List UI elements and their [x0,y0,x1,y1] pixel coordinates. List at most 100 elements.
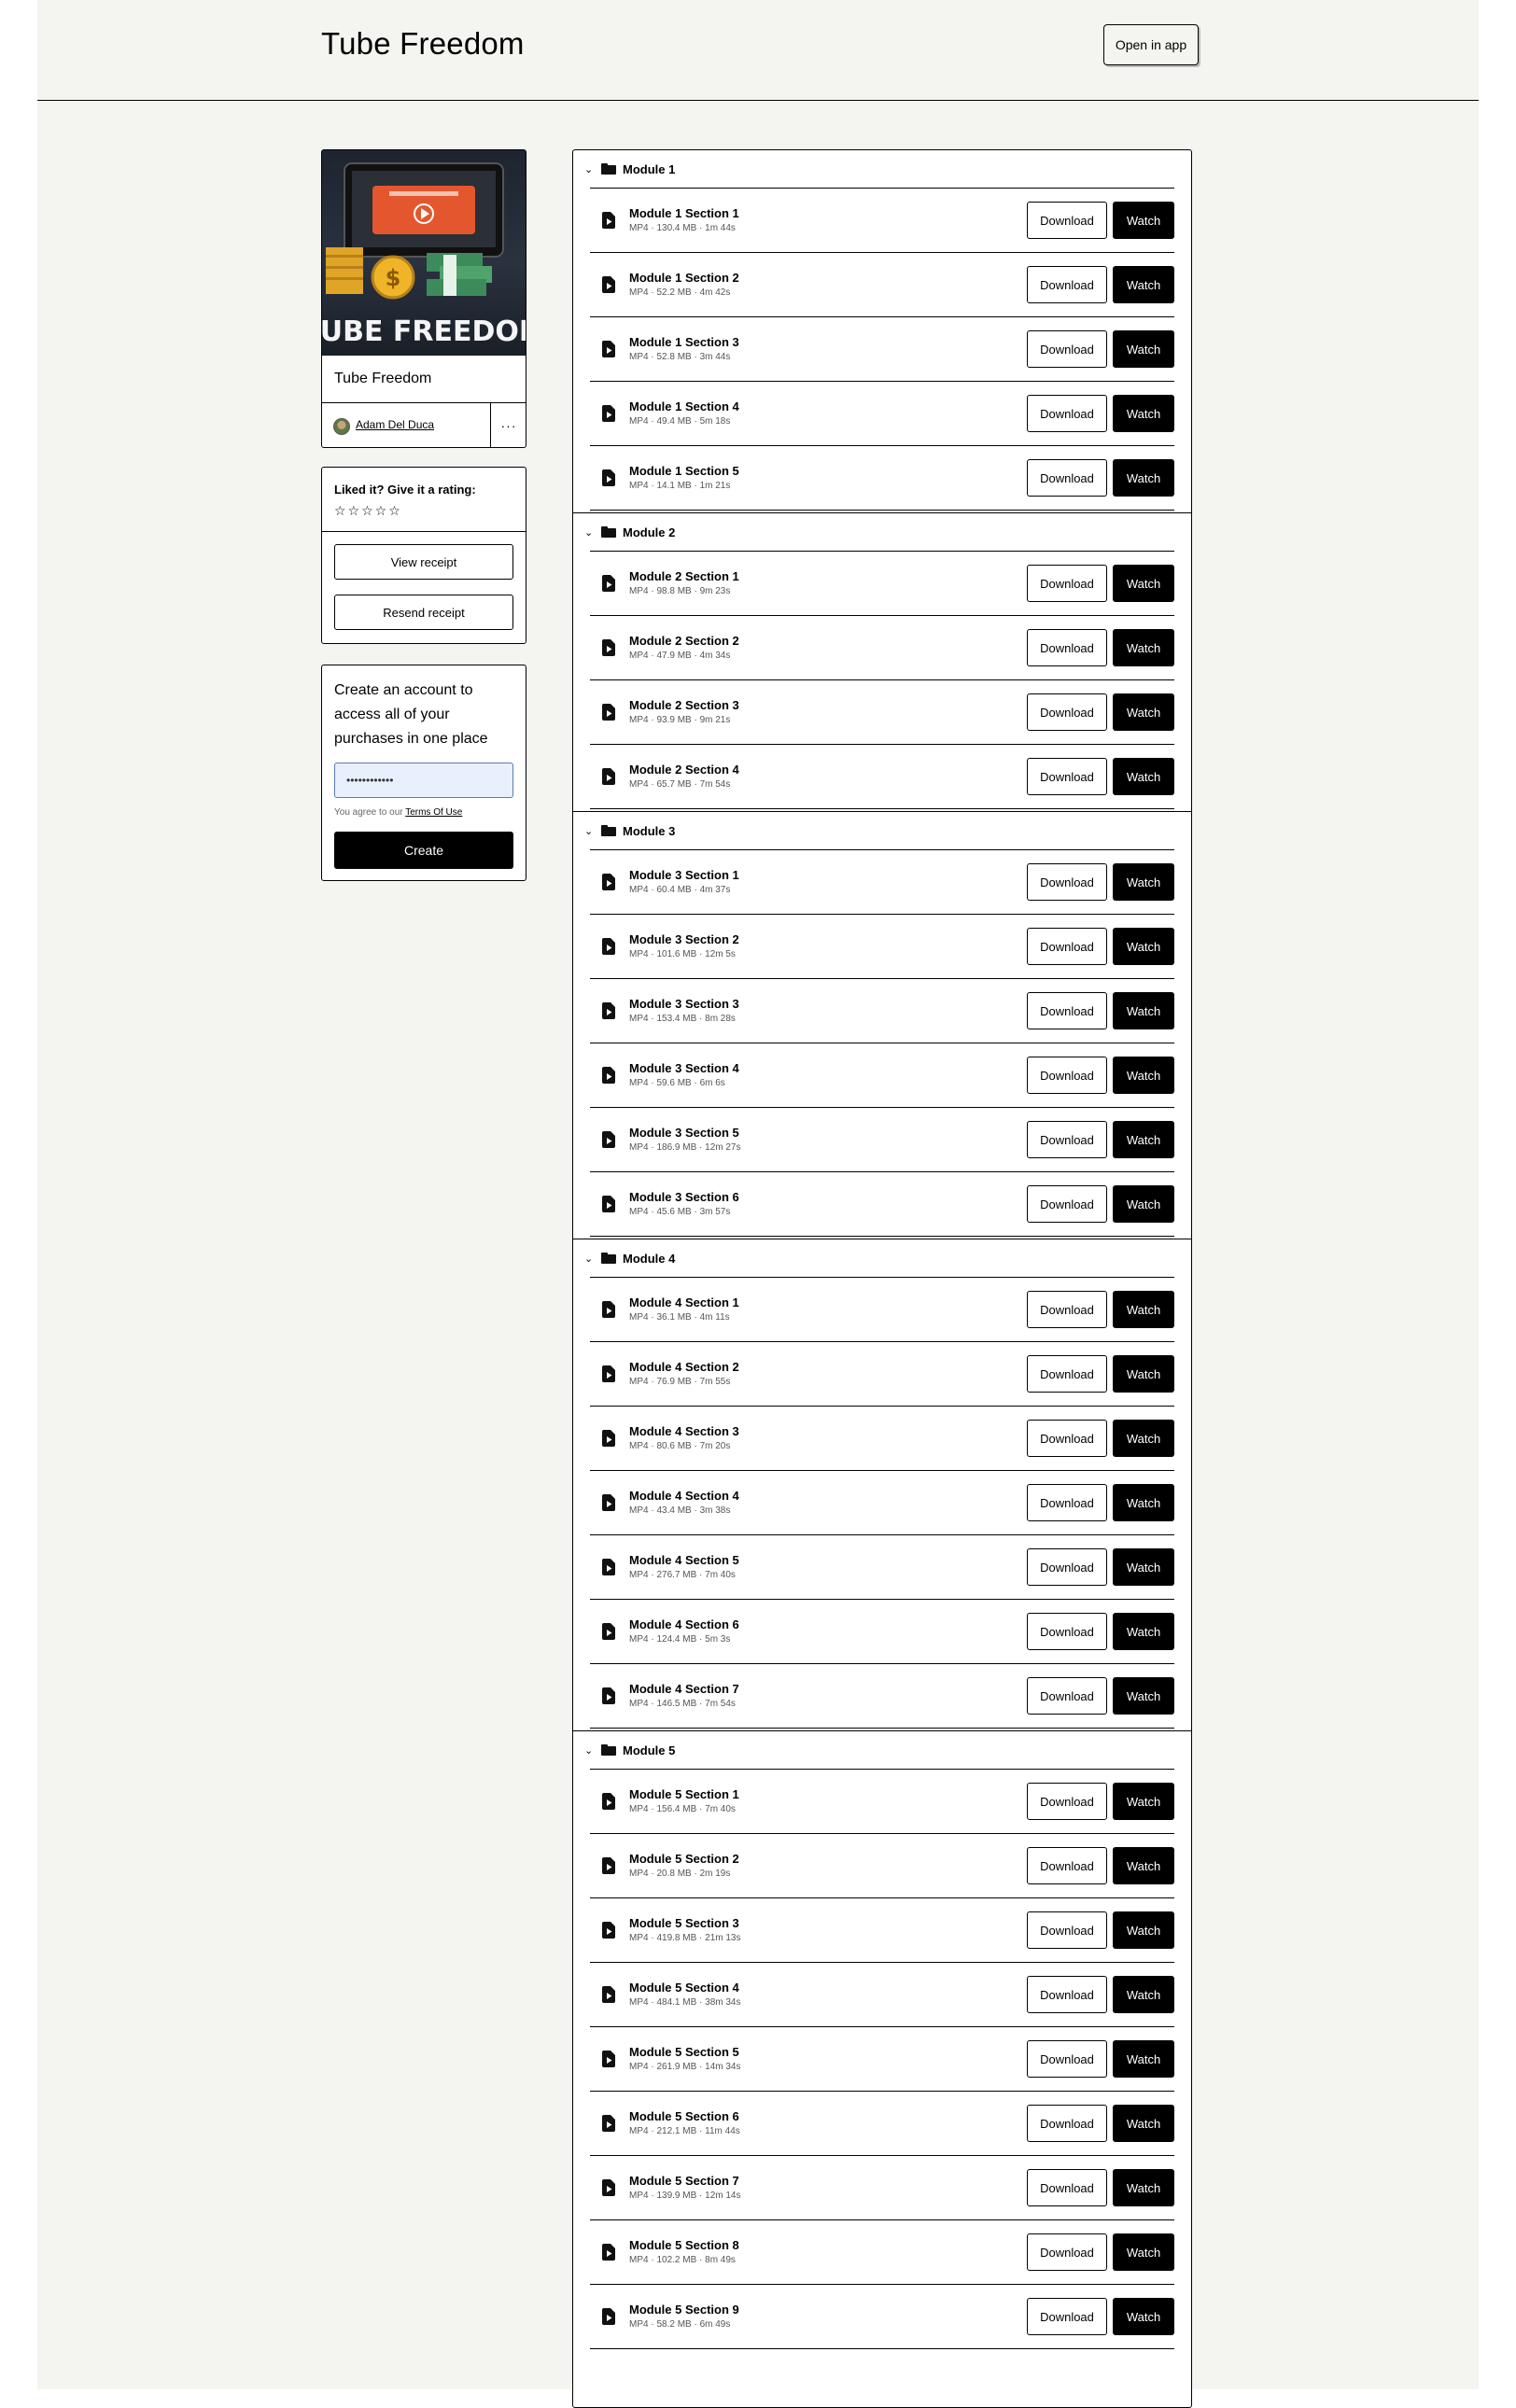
folder-icon [601,526,616,538]
download-button[interactable]: Download [1027,459,1107,497]
video-file-icon [602,704,615,721]
download-button[interactable]: Download [1027,758,1107,795]
watch-button[interactable]: Watch [1113,1911,1174,1949]
module-title: Module 2 [623,525,676,539]
download-button[interactable]: Download [1027,1484,1107,1521]
watch-button[interactable]: Watch [1113,1185,1174,1223]
video-file-icon [602,1494,615,1511]
download-button[interactable]: Download [1027,1847,1107,1884]
module-header[interactable]: ⌄ Module 4 [573,1239,1191,1277]
module-header[interactable]: ⌄ Module 3 [573,812,1191,849]
download-button[interactable]: Download [1027,928,1107,965]
file-row: Module 5 Section 4 MP4 · 484.1 MB · 38m 3… [590,1963,1174,2027]
open-in-app-button[interactable]: Open in app [1103,24,1199,65]
download-button[interactable]: Download [1027,693,1107,731]
download-button[interactable]: Download [1027,1911,1107,1949]
video-file-icon [602,639,615,656]
chevron-down-icon[interactable]: ⌄ [584,1744,597,1757]
download-button[interactable]: Download [1027,1121,1107,1158]
download-button[interactable]: Download [1027,2040,1107,2078]
download-button[interactable]: Download [1027,863,1107,901]
download-button[interactable]: Download [1027,1291,1107,1328]
file-row: Module 4 Section 3 MP4 · 80.6 MB · 7m 20s… [590,1407,1174,1471]
video-file-icon [602,341,615,357]
watch-button[interactable]: Watch [1113,693,1174,731]
watch-button[interactable]: Watch [1113,1057,1174,1094]
file-name: Module 3 Section 2 [629,932,739,946]
download-button[interactable]: Download [1027,1420,1107,1457]
file-name: Module 4 Section 4 [629,1489,739,1503]
watch-button[interactable]: Watch [1113,1355,1174,1393]
watch-button[interactable]: Watch [1113,2233,1174,2271]
download-button[interactable]: Download [1027,629,1107,666]
download-button[interactable]: Download [1027,1783,1107,1820]
watch-button[interactable]: Watch [1113,565,1174,602]
watch-button[interactable]: Watch [1113,1677,1174,1715]
password-field[interactable]: •••••••••••• [334,763,513,798]
module-header[interactable]: ⌄ Module 2 [573,513,1191,551]
download-button[interactable]: Download [1027,992,1107,1029]
chevron-down-icon[interactable]: ⌄ [584,526,597,539]
file-name: Module 2 Section 3 [629,698,739,712]
download-button[interactable]: Download [1027,2233,1107,2271]
chevron-down-icon[interactable]: ⌄ [584,825,597,837]
download-button[interactable]: Download [1027,1355,1107,1393]
more-options-button[interactable]: ··· [490,403,526,448]
watch-button[interactable]: Watch [1113,863,1174,901]
watch-button[interactable]: Watch [1113,2298,1174,2335]
download-button[interactable]: Download [1027,1057,1107,1094]
file-name: Module 4 Section 1 [629,1295,739,1309]
resend-receipt-button[interactable]: Resend receipt [334,595,513,630]
file-row: Module 5 Section 9 MP4 · 58.2 MB · 6m 49s… [590,2285,1174,2349]
watch-button[interactable]: Watch [1113,1484,1174,1521]
download-button[interactable]: Download [1027,202,1107,239]
watch-button[interactable]: Watch [1113,1121,1174,1158]
watch-button[interactable]: Watch [1113,1548,1174,1586]
module-header[interactable]: ⌄ Module 5 [573,1731,1191,1769]
watch-button[interactable]: Watch [1113,629,1174,666]
file-meta: MP4 · 58.2 MB · 6m 49s [629,2319,731,2330]
download-button[interactable]: Download [1027,1185,1107,1223]
file-meta: MP4 · 130.4 MB · 1m 44s [629,223,736,233]
download-button[interactable]: Download [1027,395,1107,432]
download-button[interactable]: Download [1027,2298,1107,2335]
terms-of-use-link[interactable]: Terms Of Use [405,807,462,818]
watch-button[interactable]: Watch [1113,2169,1174,2206]
watch-button[interactable]: Watch [1113,459,1174,497]
watch-button[interactable]: Watch [1113,928,1174,965]
download-button[interactable]: Download [1027,1613,1107,1650]
module-5: ⌄ Module 5 Module 5 Section 1 MP4 · 156.4 M… [573,1730,1191,2351]
module-header[interactable]: ⌄ Module 1 [573,150,1191,188]
create-account-button[interactable]: Create [334,832,513,869]
watch-button[interactable]: Watch [1113,266,1174,303]
watch-button[interactable]: Watch [1113,1847,1174,1884]
download-button[interactable]: Download [1027,266,1107,303]
watch-button[interactable]: Watch [1113,1613,1174,1650]
watch-button[interactable]: Watch [1113,992,1174,1029]
download-button[interactable]: Download [1027,1976,1107,2013]
watch-button[interactable]: Watch [1113,330,1174,368]
watch-button[interactable]: Watch [1113,395,1174,432]
chevron-down-icon[interactable]: ⌄ [584,1253,597,1265]
watch-button[interactable]: Watch [1113,2040,1174,2078]
download-button[interactable]: Download [1027,2105,1107,2142]
watch-button[interactable]: Watch [1113,1291,1174,1328]
watch-button[interactable]: Watch [1113,1783,1174,1820]
download-button[interactable]: Download [1027,330,1107,368]
watch-button[interactable]: Watch [1113,2105,1174,2142]
video-file-icon [602,938,615,955]
download-button[interactable]: Download [1027,1548,1107,1586]
seller-link[interactable]: Adam Del Duca [356,418,434,431]
star-rating[interactable]: ☆☆☆☆☆ [334,503,402,519]
watch-button[interactable]: Watch [1113,1976,1174,2013]
chevron-down-icon[interactable]: ⌄ [584,163,597,175]
download-button[interactable]: Download [1027,565,1107,602]
file-row: Module 1 Section 4 MP4 · 49.4 MB · 5m 18s… [590,382,1174,446]
watch-button[interactable]: Watch [1113,1420,1174,1457]
video-file-icon [602,874,615,890]
view-receipt-button[interactable]: View receipt [334,544,513,580]
download-button[interactable]: Download [1027,2169,1107,2206]
watch-button[interactable]: Watch [1113,758,1174,795]
download-button[interactable]: Download [1027,1677,1107,1715]
watch-button[interactable]: Watch [1113,202,1174,239]
